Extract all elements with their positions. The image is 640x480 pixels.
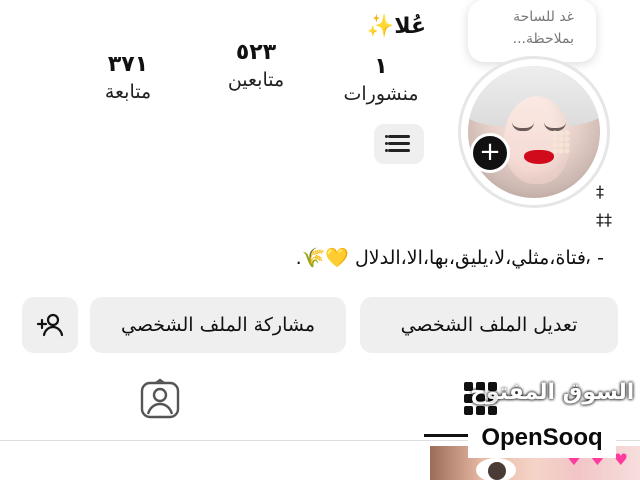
followers-label: متابعين	[227, 69, 285, 91]
plus-icon: +	[479, 137, 501, 167]
watermark-logo: OpenSooq	[470, 420, 614, 456]
profile-avatar[interactable]	[458, 56, 610, 208]
bio-text: - ⸴فتاة،مثلي،لا،يليق،بها،الا،الدلال 💛🌾.	[295, 247, 604, 269]
following-label: متابعة	[104, 81, 152, 103]
avatar-image	[468, 66, 600, 198]
add-user-icon	[36, 313, 64, 337]
note-bubble[interactable]: غد للساحة بملاحظة...	[468, 0, 596, 62]
share-profile-button[interactable]: مشاركة الملف الشخصي	[90, 297, 346, 353]
profile-username: عُلا✨	[361, 14, 426, 39]
following-count: ٣٧١	[107, 52, 149, 77]
stat-followers[interactable]: ٥٢٣ متابعين	[210, 40, 302, 94]
stat-following[interactable]: ٣٧١ متابعة	[92, 52, 164, 106]
add-user-button[interactable]	[22, 297, 78, 353]
posts-count: ١	[374, 54, 388, 79]
watermark-arabic: السوق المفتوح	[470, 380, 635, 405]
note-text: غد للساحة بملاحظة...	[512, 9, 574, 47]
bio-line-2: ‡‡	[596, 210, 612, 229]
add-story-button[interactable]: +	[470, 133, 510, 173]
stat-posts[interactable]: ١ منشورات	[326, 54, 436, 108]
tagged-person-icon[interactable]	[138, 378, 182, 422]
menu-button[interactable]	[374, 124, 424, 164]
posts-label: منشورات	[343, 83, 419, 105]
sparkles-icon: ✨	[366, 14, 395, 39]
username-text: عُلا	[394, 14, 426, 39]
bio-line-1: ‡	[596, 182, 604, 201]
followers-count: ٥٢٣	[235, 40, 277, 65]
edit-profile-button[interactable]: تعديل الملف الشخصي	[360, 297, 618, 353]
